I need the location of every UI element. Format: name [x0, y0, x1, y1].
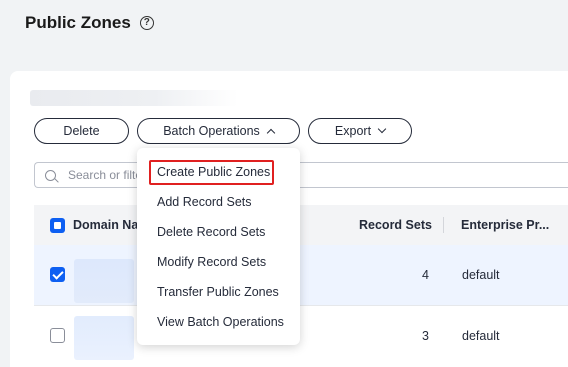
page-header: Public Zones ? [25, 12, 154, 34]
table-row[interactable]: 4 default [34, 245, 568, 305]
delete-button-label: Delete [63, 124, 100, 138]
table-row[interactable]: 3 default [34, 305, 568, 365]
menu-item-modify-record-sets[interactable]: Modify Record Sets [157, 254, 266, 270]
enterprise-project-value: default [462, 329, 500, 343]
batch-operations-menu: Create Public Zones Add Record Sets Dele… [137, 148, 300, 345]
domain-name-blurred[interactable] [74, 316, 134, 360]
chevron-down-icon [377, 124, 387, 134]
menu-item-transfer-public-zones[interactable]: Transfer Public Zones [157, 284, 279, 300]
search-input[interactable]: Search or filte [34, 162, 144, 188]
menu-item-add-record-sets[interactable]: Add Record Sets [157, 194, 252, 210]
search-input-extension[interactable] [295, 162, 568, 188]
export-button[interactable]: Export [308, 118, 412, 144]
column-enterprise-project[interactable]: Enterprise Pr... [461, 205, 549, 245]
chevron-up-icon [266, 128, 276, 138]
enterprise-project-value: default [462, 268, 500, 282]
row-checkbox[interactable] [50, 267, 65, 282]
help-icon[interactable]: ? [139, 16, 154, 30]
batch-operations-label: Batch Operations [163, 124, 260, 138]
delete-button[interactable]: Delete [34, 118, 129, 144]
search-placeholder: Search or filte [68, 168, 143, 182]
record-sets-value: 4 [422, 268, 429, 282]
select-all-checkbox[interactable] [50, 218, 65, 233]
column-record-sets[interactable]: Record Sets [359, 205, 432, 245]
column-domain-name[interactable]: Domain Na [73, 205, 138, 245]
blurred-info-bar [30, 90, 238, 106]
column-separator [443, 217, 444, 233]
batch-operations-button[interactable]: Batch Operations [137, 118, 300, 144]
table-header: Domain Na Record Sets Enterprise Pr... [34, 205, 568, 245]
page-title: Public Zones [25, 13, 131, 32]
export-button-label: Export [334, 124, 372, 138]
menu-item-create-public-zones[interactable]: Create Public Zones [157, 164, 270, 180]
menu-item-view-batch-operations[interactable]: View Batch Operations [157, 314, 284, 330]
domain-name-blurred[interactable] [74, 259, 134, 303]
record-sets-value: 3 [422, 329, 429, 343]
menu-item-delete-record-sets[interactable]: Delete Record Sets [157, 224, 265, 240]
row-checkbox[interactable] [50, 328, 65, 343]
search-icon [45, 169, 56, 181]
